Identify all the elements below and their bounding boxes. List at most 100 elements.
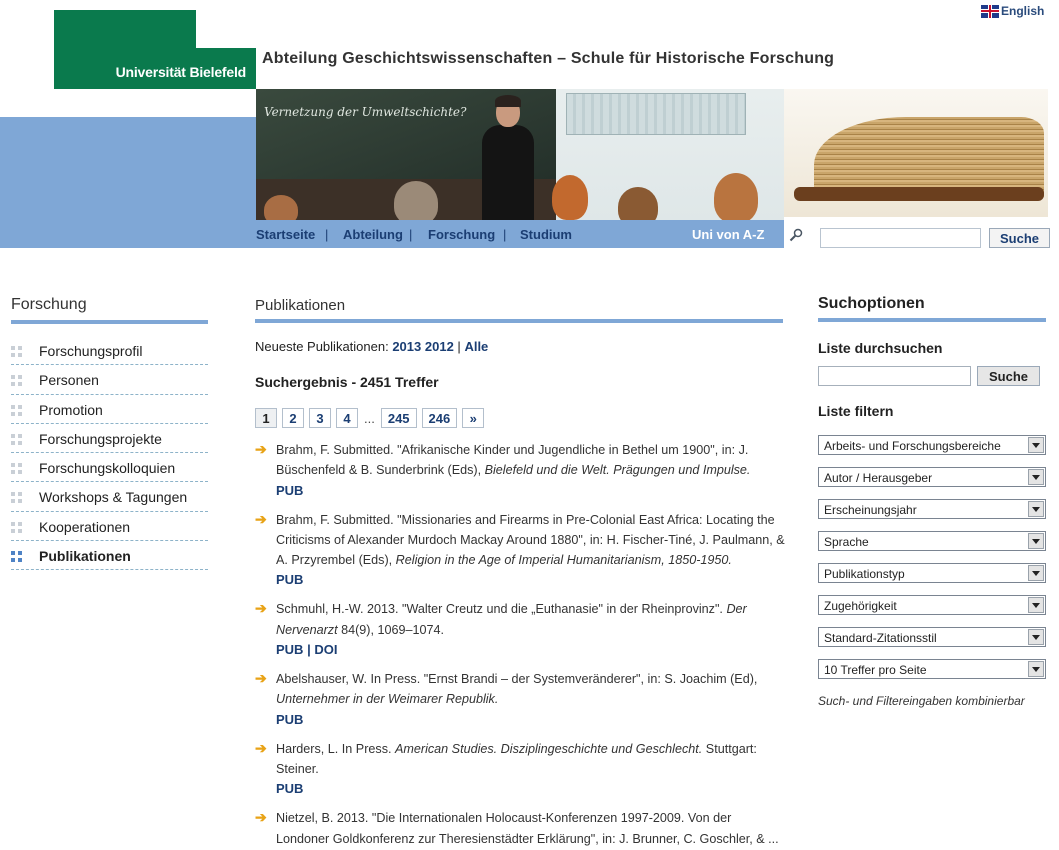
sidebar-item-forschungsprofil[interactable]: Forschungsprofil xyxy=(11,336,208,366)
publication-item: ➔ Nietzel, B. 2013. "Die Internationalen … xyxy=(255,808,785,849)
publication-link-pub[interactable]: PUB xyxy=(276,712,303,727)
filter-selected-value: Autor / Herausgeber xyxy=(824,471,933,485)
filter-select[interactable]: 10 Treffer pro Seite xyxy=(818,659,1046,679)
dot-grid-icon xyxy=(11,346,23,358)
nav-studium[interactable]: Studium xyxy=(520,227,572,242)
sidebar-item-label: Publikationen xyxy=(39,548,131,565)
student-figure xyxy=(394,181,438,220)
list-filter-label: Liste filtern xyxy=(818,403,894,419)
dot-grid-icon xyxy=(11,433,23,446)
arrow-right-icon: ➔ xyxy=(255,510,267,527)
header-search-button[interactable]: Suche xyxy=(989,228,1050,248)
sidebar-item-workshops[interactable]: Workshops & Tagungen xyxy=(11,482,208,512)
citation-text: Abelshauser, W. In Press. "Ernst Brandi … xyxy=(276,672,758,687)
list-search-input[interactable] xyxy=(818,366,971,386)
latest-publications: Neueste Publikationen: 2013 2012 | Alle xyxy=(255,339,488,354)
page-title-bar xyxy=(255,319,783,323)
nav-startseite[interactable]: Startseite xyxy=(256,227,315,242)
publication-link-pub[interactable]: PUB xyxy=(276,572,303,587)
sidebar-item-promotion[interactable]: Promotion xyxy=(11,395,208,424)
publication-links: PUB xyxy=(276,779,785,799)
student-figure xyxy=(552,175,588,220)
filter-select[interactable]: Arbeits- und Forschungsbereiche xyxy=(818,435,1046,455)
sidebar-item-label: Personen xyxy=(39,372,99,389)
dot-grid-icon xyxy=(11,521,23,534)
dot-grid-icon xyxy=(11,463,23,475)
sidebar-item-forschungskolloquien[interactable]: Forschungskolloquien xyxy=(11,453,208,483)
sidebar-item-personen[interactable]: Personen xyxy=(11,365,208,395)
chevron-down-icon[interactable] xyxy=(1028,501,1044,517)
chevron-down-icon[interactable] xyxy=(1028,565,1044,581)
chalkboard-text: Vernetzung der Umweltschichte? xyxy=(264,105,467,119)
dot-grid-icon xyxy=(11,404,23,417)
citation-title: Unternehmer in der Weimarer Republik. xyxy=(276,692,499,707)
list-search-label: Liste durchsuchen xyxy=(818,340,943,356)
latest-link-2012[interactable]: 2012 xyxy=(425,339,454,354)
chevron-down-icon[interactable] xyxy=(1028,533,1044,549)
language-label[interactable]: English xyxy=(1001,4,1044,18)
page-button-1[interactable]: 1 xyxy=(255,408,277,428)
filter-selected-value: Zugehörigkeit xyxy=(824,599,897,613)
publication-links: PUB xyxy=(276,570,785,590)
sidebar-item-publikationen[interactable]: Publikationen xyxy=(11,541,208,571)
page-button-245[interactable]: 245 xyxy=(380,408,417,428)
publication-item: ➔ Brahm, F. Submitted. "Missionaries and … xyxy=(255,510,785,591)
filter-select[interactable]: Publikationstyp xyxy=(818,563,1046,583)
department-title: Abteilung Geschichtswissenschaften – Sch… xyxy=(262,50,835,67)
chevron-down-icon[interactable] xyxy=(1028,629,1044,645)
sidebar-item-label: Kooperationen xyxy=(39,518,131,535)
page-button-2[interactable]: 2 xyxy=(282,408,304,428)
filter-select[interactable]: Standard-Zitationsstil xyxy=(818,627,1046,647)
publication-link-pub[interactable]: PUB xyxy=(276,642,303,657)
header-search-input[interactable] xyxy=(820,228,981,248)
nav-uni-a-z[interactable]: Uni von A-Z xyxy=(692,227,764,242)
filter-select[interactable]: Erscheinungsjahr xyxy=(818,499,1046,519)
publication-link-pub[interactable]: PUB xyxy=(276,483,303,498)
nav-abteilung[interactable]: Abteilung xyxy=(343,227,403,242)
student-figure xyxy=(618,187,658,220)
projected-image xyxy=(566,93,746,135)
publication-links: PUB | DOI xyxy=(276,640,785,660)
publication-citation: Nietzel, B. 2013. "Die Internationalen H… xyxy=(276,808,785,849)
chevron-down-icon[interactable] xyxy=(1028,661,1044,677)
search-options-heading: Suchoptionen xyxy=(818,295,925,312)
publication-citation: Brahm, F. Submitted. "Missionaries and F… xyxy=(276,510,785,571)
page-button-4[interactable]: 4 xyxy=(336,408,358,428)
publication-link-doi[interactable]: DOI xyxy=(314,642,337,657)
citation-title: Religion in the Age of Imperial Humanita… xyxy=(395,553,732,568)
filter-select[interactable]: Autor / Herausgeber xyxy=(818,467,1046,487)
latest-link-all[interactable]: Alle xyxy=(464,339,488,354)
sidebar-item-kooperationen[interactable]: Kooperationen xyxy=(11,512,208,542)
chevron-down-icon[interactable] xyxy=(1028,469,1044,485)
dot-grid-icon xyxy=(11,551,23,563)
citation-title: American Studies. Disziplingeschichte un… xyxy=(394,741,703,756)
list-search-button[interactable]: Suche xyxy=(977,366,1040,386)
citation-text: Schmuhl, H.-W. 2013. "Walter Creutz und … xyxy=(276,602,727,617)
publication-citation: Abelshauser, W. In Press. "Ernst Brandi … xyxy=(276,669,785,710)
sidebar-item-label: Workshops & Tagungen xyxy=(39,489,188,506)
page-button-next[interactable]: » xyxy=(462,408,485,428)
filter-selected-value: Arbeits- und Forschungsbereiche xyxy=(824,439,1001,453)
chevron-down-icon[interactable] xyxy=(1028,597,1044,613)
page-button-3[interactable]: 3 xyxy=(309,408,331,428)
sidebar-item-label: Forschungsprofil xyxy=(39,343,143,359)
university-logo[interactable]: Universität Bielefeld xyxy=(54,10,256,89)
filter-select[interactable]: Sprache xyxy=(818,531,1046,551)
filter-list: Arbeits- und Forschungsbereiche Autor / H… xyxy=(818,435,1046,691)
page-button-246[interactable]: 246 xyxy=(421,408,458,428)
publication-link-pub[interactable]: PUB xyxy=(276,781,303,796)
sidebar-heading-bar xyxy=(11,320,208,324)
header-blue-band xyxy=(0,117,256,248)
arrow-right-icon: ➔ xyxy=(255,739,267,756)
nav-forschung[interactable]: Forschung xyxy=(428,227,495,242)
sidebar-item-forschungsprojekte[interactable]: Forschungsprojekte xyxy=(11,424,208,454)
filter-select[interactable]: Zugehörigkeit xyxy=(818,595,1046,615)
chevron-down-icon[interactable] xyxy=(1028,437,1044,453)
latest-link-2013[interactable]: 2013 xyxy=(392,339,421,354)
citation-text: 84(9), 1069–1074. xyxy=(337,622,445,637)
nav-separator: | xyxy=(409,227,413,242)
language-link-english[interactable]: English xyxy=(981,4,1044,18)
magnifier-icon[interactable] xyxy=(789,228,803,242)
citation-text: Harders, L. In Press. xyxy=(276,741,395,756)
dot-grid-icon xyxy=(11,375,23,387)
